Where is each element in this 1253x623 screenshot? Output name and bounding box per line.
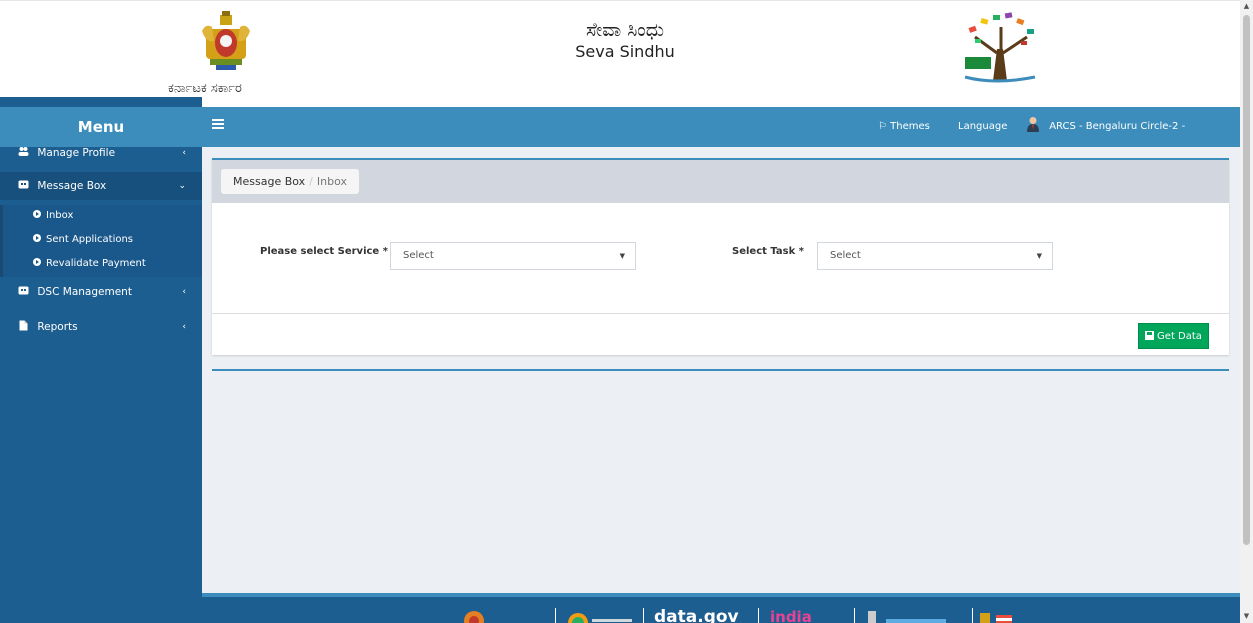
circle-arrow-right-icon bbox=[33, 210, 41, 218]
language-menu[interactable]: Language bbox=[958, 107, 1007, 147]
submenu-item-label: Revalidate Payment bbox=[46, 258, 146, 269]
digital-karnataka-logo-icon bbox=[464, 611, 484, 623]
dropdown-arrow-icon: ▼ bbox=[619, 252, 625, 260]
page-footer: data.gov india bbox=[202, 593, 1240, 623]
submenu-item-label: Sent Applications bbox=[46, 234, 134, 245]
submenu-item-sent-applications[interactable]: Sent Applications bbox=[33, 229, 133, 251]
sidebar: Menu Manage Profile ‹ Message Box ⌄ Inbo… bbox=[0, 97, 202, 623]
chevron-left-icon: ‹ bbox=[182, 287, 186, 297]
footer-separator bbox=[643, 608, 644, 623]
site-header: ಕರ್ನಾಟಕ ಸರ್ಕಾರ ಸೇವಾ ಸಿಂಧು Seva Sindhu bbox=[0, 0, 1240, 107]
sidebar-item-label: DSC Management bbox=[37, 286, 132, 298]
envelope-icon bbox=[18, 279, 29, 295]
themes-menu[interactable]: ⚐ Themes bbox=[878, 107, 930, 147]
sidebar-item-label: Message Box bbox=[37, 180, 107, 192]
scroll-down-arrow-icon[interactable]: ▼ bbox=[1240, 610, 1253, 623]
site-title-kannada: ಸೇವಾ ಸಿಂಧು bbox=[585, 19, 665, 41]
panel-footer-divider bbox=[212, 313, 1229, 314]
dropdown-arrow-icon: ▼ bbox=[1036, 252, 1042, 260]
breadcrumb-separator: / bbox=[309, 175, 313, 188]
top-navbar: ⚐ Themes Language ARCS - Bengaluru Circl… bbox=[202, 107, 1240, 172]
government-emblem-logo-icon bbox=[868, 611, 946, 623]
data-gov-logo: data.gov bbox=[654, 607, 739, 623]
chevron-left-icon: ‹ bbox=[182, 148, 186, 158]
footer-separator bbox=[758, 608, 759, 623]
submenu-item-label: Inbox bbox=[46, 210, 74, 221]
submenu-item-revalidate-payment[interactable]: Revalidate Payment bbox=[33, 253, 146, 275]
breadcrumb-current: Inbox bbox=[316, 175, 347, 188]
footer-separator bbox=[854, 608, 855, 623]
task-select-value: Select bbox=[830, 250, 861, 261]
footer-separator bbox=[555, 608, 556, 623]
file-icon bbox=[18, 314, 29, 331]
sidebar-item-message-box[interactable]: Message Box ⌄ bbox=[0, 172, 202, 200]
sidebar-item-label: Reports bbox=[37, 321, 78, 333]
service-select-label: Please select Service * bbox=[260, 246, 388, 257]
digital-india-logo-icon bbox=[568, 613, 632, 623]
task-select[interactable]: Select ▼ bbox=[817, 242, 1053, 270]
scroll-thumb[interactable] bbox=[1243, 15, 1250, 545]
task-select-label: Select Task * bbox=[732, 246, 804, 257]
user-avatar-icon bbox=[1026, 110, 1040, 132]
page-scrollbar[interactable]: ▲ ▼ bbox=[1240, 0, 1253, 623]
sidebar-item-label: Manage Profile bbox=[37, 147, 116, 159]
save-icon bbox=[1145, 331, 1155, 340]
karnataka-emblem: ಕರ್ನಾಟಕ ಸರ್ಕಾರ bbox=[168, 11, 288, 96]
india-gov-logo: india bbox=[770, 608, 812, 623]
inbox-panel: Message Box / Inbox Please select Service … bbox=[212, 158, 1229, 355]
chevron-down-icon: ⌄ bbox=[178, 181, 186, 191]
national-portal-logo-icon bbox=[980, 613, 1012, 623]
service-select[interactable]: Select ▼ bbox=[390, 242, 636, 270]
get-data-label: Get Data bbox=[1157, 331, 1202, 342]
users-icon bbox=[18, 140, 29, 156]
themes-label: Themes bbox=[890, 121, 930, 132]
emblem-icon bbox=[202, 11, 250, 70]
emblem-caption: ಕರ್ನಾಟಕ ಸರ್ಕಾರ bbox=[168, 81, 242, 96]
seva-sindhu-tree-logo bbox=[945, 9, 1055, 87]
scroll-up-arrow-icon[interactable]: ▲ bbox=[1240, 0, 1253, 13]
service-select-value: Select bbox=[403, 250, 434, 261]
chevron-left-icon: ‹ bbox=[182, 322, 186, 332]
site-title-english: Seva Sindhu bbox=[575, 42, 675, 61]
envelope-icon bbox=[18, 173, 29, 189]
footer-separator bbox=[972, 608, 973, 623]
submenu-item-inbox[interactable]: Inbox bbox=[33, 205, 73, 227]
sidebar-item-manage-profile[interactable]: Manage Profile ‹ bbox=[0, 139, 202, 167]
message-box-submenu: Inbox Sent Applications Revalidate Payme… bbox=[0, 205, 202, 277]
sidebar-item-reports[interactable]: Reports ‹ bbox=[0, 313, 202, 341]
content-divider bbox=[212, 369, 1229, 371]
circle-arrow-right-icon bbox=[33, 258, 41, 266]
main-content: Message Box / Inbox Please select Service … bbox=[202, 147, 1240, 593]
hamburger-menu-icon[interactable] bbox=[212, 119, 224, 133]
circle-arrow-right-icon bbox=[33, 234, 41, 242]
breadcrumb-bar: Message Box / Inbox bbox=[212, 160, 1229, 203]
tree-icon bbox=[964, 12, 1036, 83]
user-menu[interactable]: ARCS - Bengaluru Circle-2 - Caseworker bbox=[1026, 107, 1240, 172]
breadcrumb: Message Box / Inbox bbox=[221, 169, 359, 194]
get-data-button[interactable]: Get Data bbox=[1138, 323, 1209, 349]
sidebar-item-dsc-management[interactable]: DSC Management ‹ bbox=[0, 278, 202, 306]
breadcrumb-parent-link[interactable]: Message Box bbox=[233, 175, 305, 188]
flag-icon: ⚐ bbox=[878, 121, 887, 132]
